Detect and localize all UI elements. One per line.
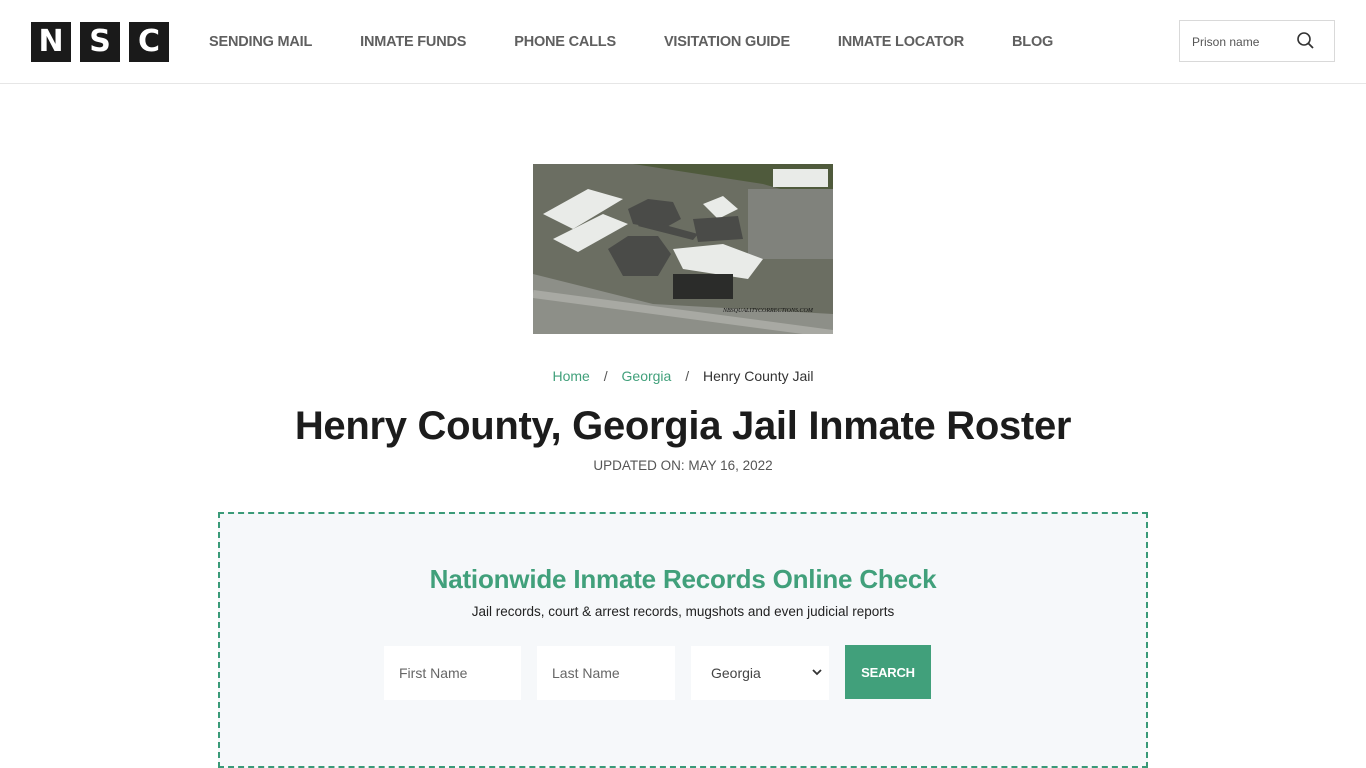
search-icon[interactable]	[1296, 31, 1316, 51]
breadcrumb-separator: /	[603, 368, 608, 384]
nav-phone-calls[interactable]: PHONE CALLS	[514, 34, 616, 50]
nav-blog[interactable]: BLOG	[1012, 34, 1053, 50]
chevron-down-icon	[811, 665, 823, 681]
main-nav: SENDING MAIL INMATE FUNDS PHONE CALLS VI…	[209, 0, 1101, 84]
nav-sending-mail[interactable]: SENDING MAIL	[209, 34, 312, 50]
updated-date: UPDATED ON: MAY 16, 2022	[593, 458, 773, 473]
breadcrumb-home[interactable]: Home	[552, 368, 589, 384]
nav-inmate-locator[interactable]: INMATE LOCATOR	[838, 34, 964, 50]
prison-search-input[interactable]	[1192, 33, 1292, 51]
nav-visitation-guide[interactable]: VISITATION GUIDE	[664, 34, 790, 50]
breadcrumb-georgia[interactable]: Georgia	[622, 368, 672, 384]
records-check-title: Nationwide Inmate Records Online Check	[429, 564, 937, 594]
logo-letter-s: S	[80, 22, 120, 62]
breadcrumb-separator: /	[685, 368, 690, 384]
records-check-panel: Nationwide Inmate Records Online Check J…	[218, 512, 1148, 768]
search-button[interactable]: SEARCH	[845, 645, 931, 699]
photo-watermark: NBSQUALITYCORRECTIONS.COM	[722, 308, 814, 314]
breadcrumb-current: Henry County Jail	[703, 368, 814, 384]
logo-letter-c: C	[129, 22, 169, 62]
records-search-form: Georgia SEARCH	[384, 645, 931, 700]
page-title: Henry County, Georgia Jail Inmate Roster	[294, 404, 1072, 448]
site-logo[interactable]: N S C	[31, 22, 169, 62]
state-select[interactable]: Georgia	[691, 646, 829, 700]
nav-inmate-funds[interactable]: INMATE FUNDS	[360, 34, 466, 50]
jail-aerial-photo: NBSQUALITYCORRECTIONS.COM	[533, 164, 833, 334]
first-name-input[interactable]	[384, 646, 521, 700]
last-name-input[interactable]	[537, 646, 675, 700]
site-header: N S C SENDING MAIL INMATE FUNDS PHONE CA…	[0, 0, 1366, 84]
records-check-subtitle: Jail records, court & arrest records, mu…	[471, 604, 895, 619]
prison-search	[1179, 20, 1335, 62]
breadcrumb: Home / Georgia / Henry County Jail	[0, 368, 1366, 384]
state-select-value: Georgia	[711, 665, 761, 681]
logo-letter-n: N	[31, 22, 71, 62]
